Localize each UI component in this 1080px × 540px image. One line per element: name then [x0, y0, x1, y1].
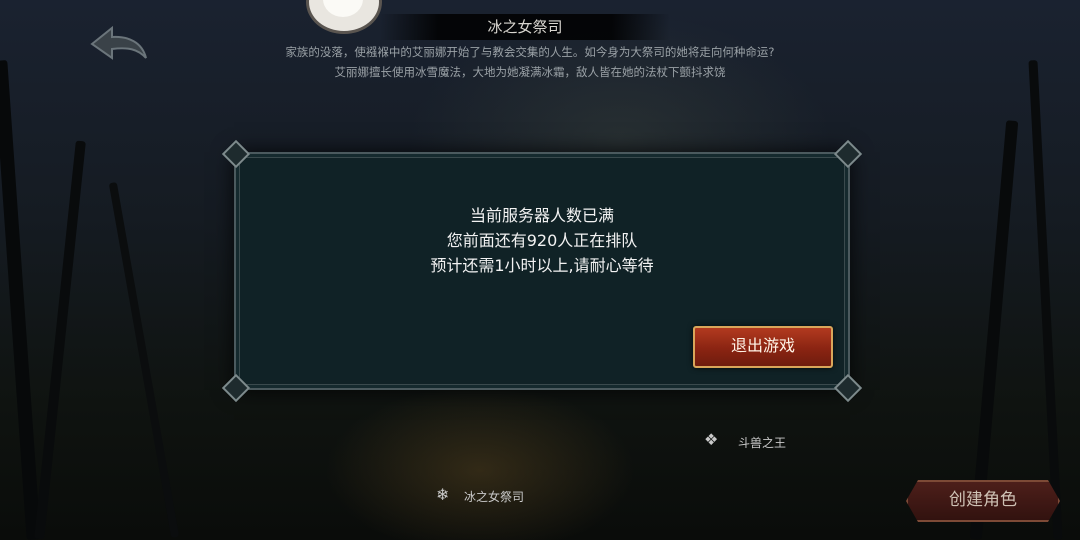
snowflake-icon[interactable]: ❄ — [436, 485, 449, 504]
tree-silhouette — [108, 182, 180, 538]
tree-silhouette — [34, 140, 86, 540]
queue-dialog: 当前服务器人数已满 您前面还有920人正在排队 预计还需1小时以上,请耐心等待 … — [221, 139, 863, 403]
tree-silhouette — [1028, 60, 1063, 540]
beast-crest-icon[interactable]: ❖ — [704, 430, 718, 449]
create-character-button[interactable]: 创建角色 — [906, 480, 1060, 522]
tree-silhouette — [0, 60, 41, 540]
portrait-face — [323, 0, 363, 17]
character-description-line2: 艾丽娜擅长使用冰雪魔法，大地为她凝满冰霜，敌人皆在她的法杖下颤抖求饶 — [334, 65, 726, 79]
exit-game-button[interactable]: 退出游戏 — [693, 326, 833, 368]
server-full-message: 当前服务器人数已满 — [469, 206, 614, 225]
tree-silhouette — [969, 120, 1019, 540]
back-arrow-icon[interactable] — [88, 22, 150, 66]
character-title: 冰之女祭司 — [380, 14, 670, 40]
character-description-line1: 家族的没落，使襁褓中的艾丽娜开始了与教会交集的人生。如今身为大祭司的她将走向何种… — [285, 45, 775, 59]
queue-position-message: 您前面还有920人正在排队 — [446, 231, 638, 250]
class-option-ice-priestess[interactable]: 冰之女祭司 — [464, 488, 524, 505]
wait-time-message: 预计还需1小时以上,请耐心等待 — [430, 256, 654, 275]
class-option-beast-king[interactable]: 斗兽之王 — [738, 434, 786, 451]
